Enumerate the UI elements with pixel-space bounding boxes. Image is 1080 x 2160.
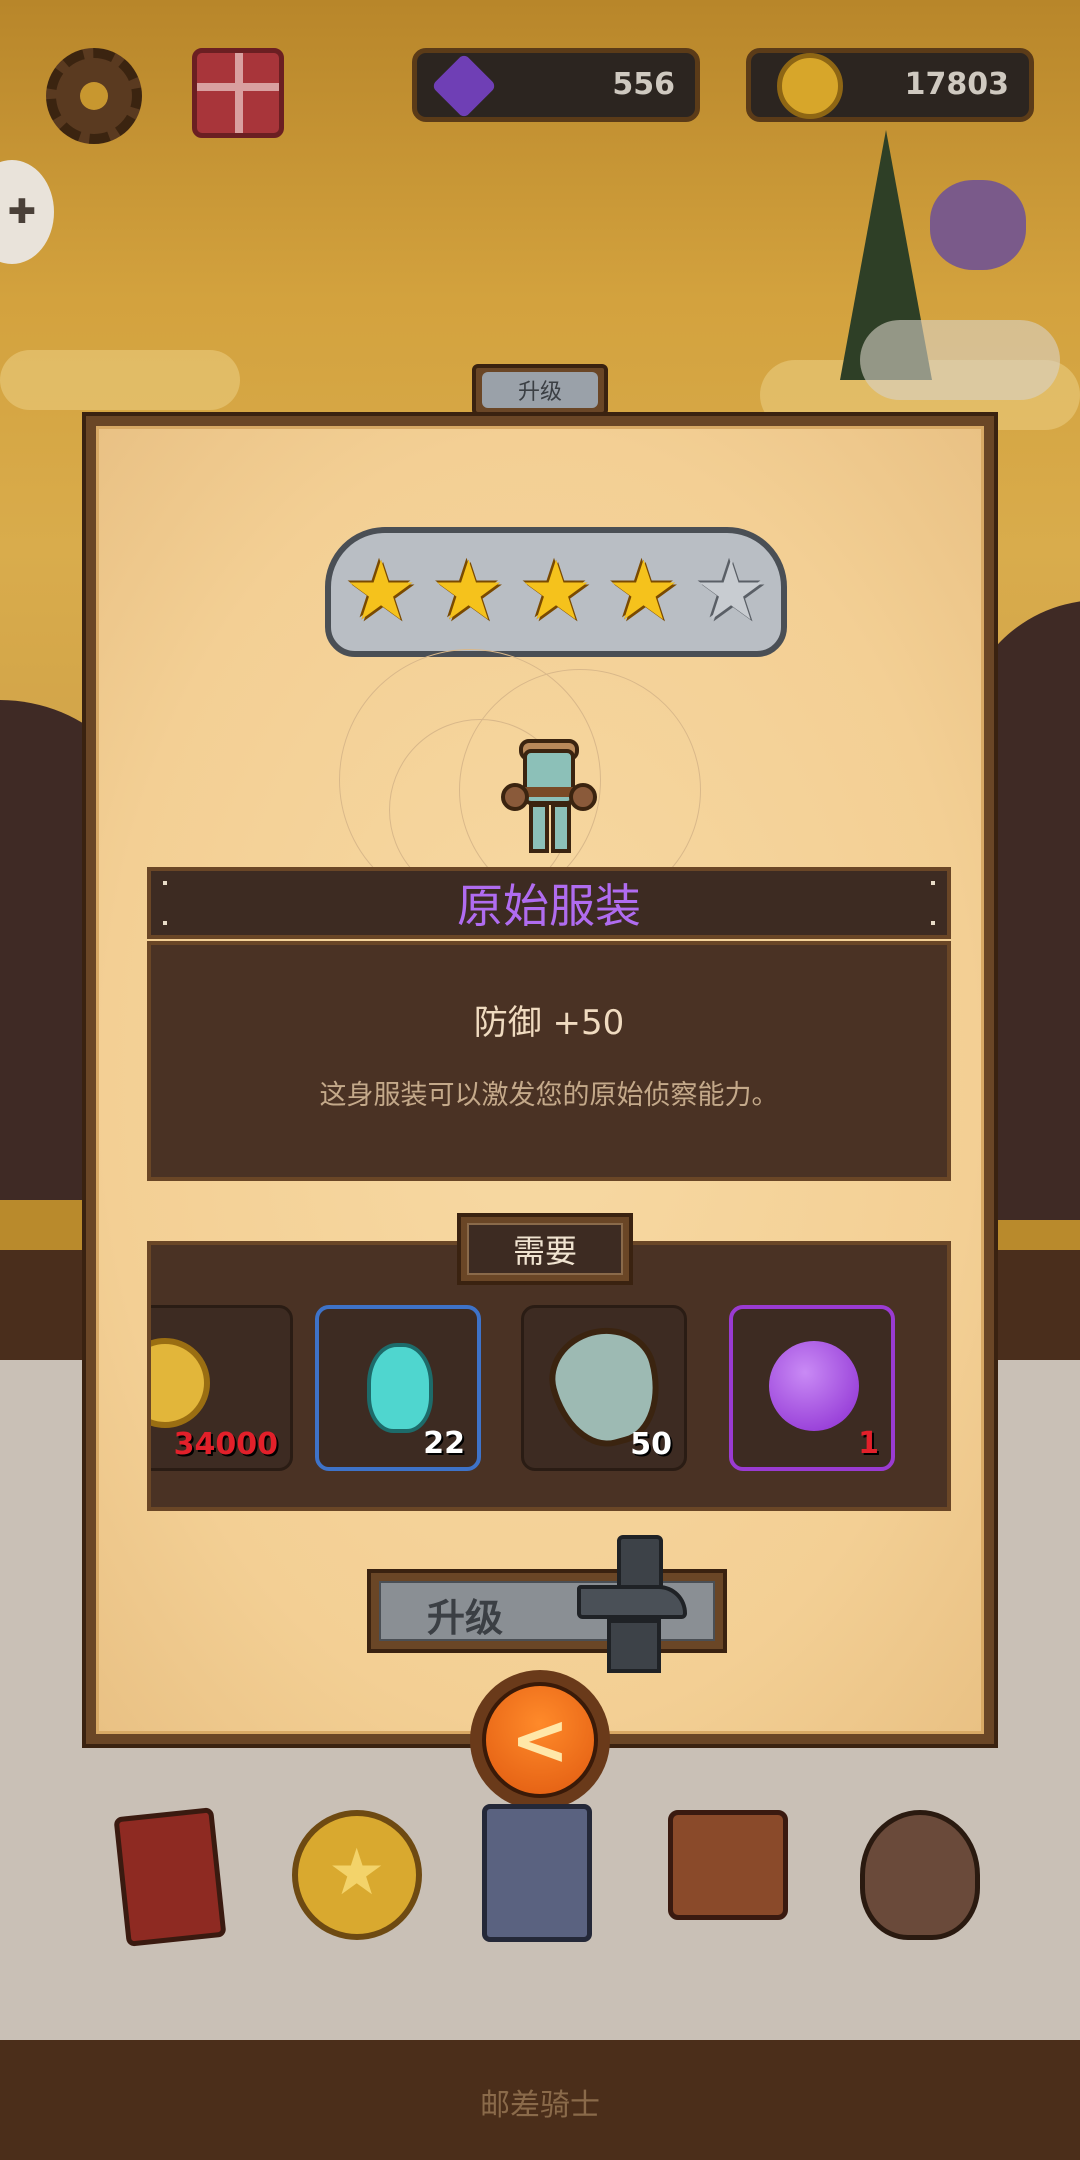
requirement-slot-orb[interactable]: 1: [729, 1305, 895, 1471]
upgrade-panel: ★ ★ ★ ★ ★ 原始服装 防御 +50 这身服装可以激发您的原始侦察能力。 …: [82, 412, 998, 1748]
panel-tab-label: 升级: [482, 372, 598, 408]
star-empty-icon: ★: [694, 544, 768, 639]
item-description: 这身服装可以激发您的原始侦察能力。: [319, 1080, 779, 1111]
coin-count: 17803: [904, 67, 1009, 102]
item-name: 原始服装: [457, 879, 641, 933]
star-filled-icon: ★: [519, 544, 593, 639]
star-filled-icon: ★: [431, 544, 506, 639]
cyan-crystal-icon: [367, 1343, 433, 1433]
item-stat: 防御 +50: [473, 1003, 625, 1043]
anvil-hammer-icon: [577, 1535, 697, 1675]
gold-coin-icon: [777, 53, 843, 119]
gift-box-icon[interactable]: [192, 48, 284, 138]
primitive-outfit-icon: [501, 739, 597, 859]
back-button[interactable]: <: [470, 1670, 610, 1810]
gem-counter: 556: [412, 48, 700, 122]
nav-star-coin-icon[interactable]: ★: [288, 1800, 428, 1950]
item-description-box: 防御 +50 这身服装可以激发您的原始侦察能力。: [147, 941, 951, 1181]
requirement-slot-shield[interactable]: 50: [521, 1305, 687, 1471]
upgrade-button-label: 升级: [427, 1596, 504, 1640]
parchment: ★ ★ ★ ★ ★ 原始服装 防御 +50 这身服装可以激发您的原始侦察能力。 …: [96, 426, 984, 1734]
star-filled-icon: ★: [606, 544, 681, 639]
requirement-qty: 22: [423, 1426, 465, 1461]
requirement-slot-coins[interactable]: 34000: [151, 1305, 293, 1471]
puzzle-piece-icon: ✚: [7, 192, 37, 232]
smoke-cloud: [860, 320, 1060, 400]
nav-journal-book-icon[interactable]: [110, 1800, 250, 1950]
star-filled-icon: ★: [344, 544, 418, 639]
purple-gem-icon: [431, 53, 497, 119]
requirement-qty: 34000: [173, 1427, 278, 1462]
gold-coin-icon: [151, 1338, 210, 1428]
requirements-label-text: 需要: [467, 1223, 623, 1275]
requirement-qty: 50: [630, 1427, 672, 1462]
settings-gear-icon[interactable]: [46, 48, 142, 144]
star-rating: ★ ★ ★ ★ ★: [325, 527, 787, 657]
game-title: 邮差骑士: [480, 2088, 600, 2123]
requirements-label: 需要: [457, 1213, 633, 1285]
nav-inventory-bag-icon[interactable]: [648, 1800, 808, 1950]
back-chevron-icon: <: [482, 1682, 598, 1798]
requirement-qty: 1: [858, 1426, 879, 1461]
panel-tab: 升级: [472, 364, 608, 416]
gem-count: 556: [612, 67, 675, 102]
coin-counter: 17803: [746, 48, 1034, 122]
requirement-slot-crystal[interactable]: 22: [315, 1305, 481, 1471]
gem-pouch-icon[interactable]: [930, 180, 1026, 270]
nav-card-deck-icon[interactable]: [470, 1800, 610, 1950]
cloud: [0, 350, 240, 410]
item-name-bar: 原始服装: [147, 867, 951, 939]
purple-orb-icon: [769, 1341, 859, 1431]
nav-shop-loot-icon[interactable]: [840, 1800, 1000, 1950]
